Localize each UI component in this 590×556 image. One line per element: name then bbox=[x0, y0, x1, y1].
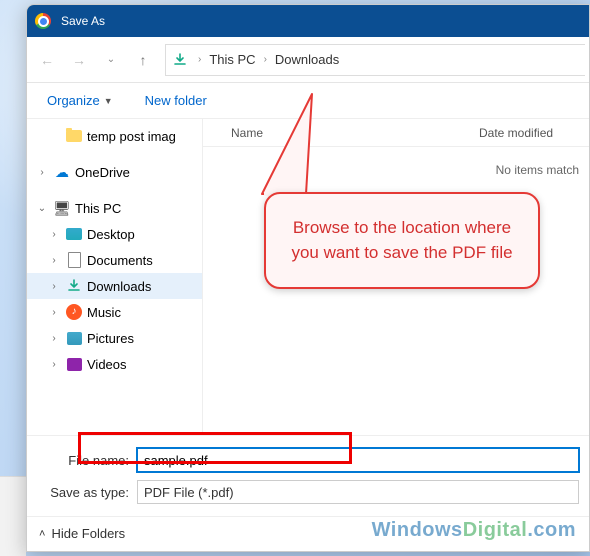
pc-icon: 🖥 bbox=[53, 199, 71, 217]
download-icon bbox=[65, 277, 83, 295]
video-icon bbox=[67, 358, 82, 371]
chevron-down-icon: ▼ bbox=[104, 96, 113, 106]
chrome-icon bbox=[35, 13, 51, 29]
command-bar: Organize ▼ New folder bbox=[27, 83, 589, 119]
chevron-right-icon: › bbox=[194, 54, 205, 65]
empty-message: No items match bbox=[203, 147, 589, 177]
up-button[interactable]: ↑ bbox=[127, 44, 159, 76]
address-bar[interactable]: › This PC › Downloads bbox=[165, 44, 585, 76]
expand-icon[interactable]: › bbox=[35, 167, 49, 178]
document-icon bbox=[68, 252, 81, 268]
tree-item-music[interactable]: ›♪ Music bbox=[27, 299, 202, 325]
filename-input[interactable] bbox=[137, 448, 579, 472]
back-button[interactable]: ← bbox=[31, 44, 63, 76]
pictures-icon bbox=[67, 332, 82, 345]
filename-label: File name: bbox=[37, 453, 137, 468]
window-title: Save As bbox=[61, 14, 105, 28]
breadcrumb-root[interactable]: This PC bbox=[205, 52, 259, 67]
cloud-icon: ☁ bbox=[53, 163, 71, 181]
breadcrumb-current[interactable]: Downloads bbox=[271, 52, 343, 67]
nav-toolbar: ← → ⌄ ↑ › This PC › Downloads bbox=[27, 37, 589, 83]
column-date[interactable]: Date modified bbox=[479, 126, 589, 140]
download-icon bbox=[172, 52, 188, 68]
column-name[interactable]: Name bbox=[231, 126, 479, 140]
tree-item-documents[interactable]: › Documents bbox=[27, 247, 202, 273]
forward-button[interactable]: → bbox=[63, 44, 95, 76]
tree-item-videos[interactable]: › Videos bbox=[27, 351, 202, 377]
folder-icon bbox=[66, 130, 82, 142]
chevron-up-icon: ˄ bbox=[39, 528, 45, 540]
tree-item-downloads[interactable]: › Downloads bbox=[27, 273, 202, 299]
filetype-label: Save as type: bbox=[37, 485, 137, 500]
column-headers[interactable]: Name Date modified bbox=[203, 119, 589, 147]
tree-item-temp[interactable]: temp post imag bbox=[27, 123, 202, 149]
tree-item-desktop[interactable]: › Desktop bbox=[27, 221, 202, 247]
titlebar[interactable]: Save As bbox=[27, 5, 589, 37]
tree-item-onedrive[interactable]: › ☁ OneDrive bbox=[27, 159, 202, 185]
collapse-icon[interactable]: ⌄ bbox=[35, 203, 49, 214]
new-folder-button[interactable]: New folder bbox=[139, 89, 213, 112]
nav-tree: temp post imag › ☁ OneDrive ⌄ 🖥 This PC … bbox=[27, 119, 203, 435]
tree-item-pictures[interactable]: › Pictures bbox=[27, 325, 202, 351]
chevron-right-icon: › bbox=[260, 54, 271, 65]
save-panel: File name: Save as type: PDF File (*.pdf… bbox=[27, 435, 589, 516]
music-icon: ♪ bbox=[66, 304, 82, 320]
filetype-select[interactable]: PDF File (*.pdf) bbox=[137, 480, 579, 504]
tree-item-thispc[interactable]: ⌄ 🖥 This PC bbox=[27, 195, 202, 221]
watermark: WindowsDigital.com bbox=[372, 519, 576, 542]
desktop-icon bbox=[66, 228, 82, 240]
annotation-callout: Browse to the location where you want to… bbox=[264, 192, 540, 289]
recent-dropdown[interactable]: ⌄ bbox=[95, 44, 127, 76]
organize-menu[interactable]: Organize ▼ bbox=[41, 89, 119, 112]
